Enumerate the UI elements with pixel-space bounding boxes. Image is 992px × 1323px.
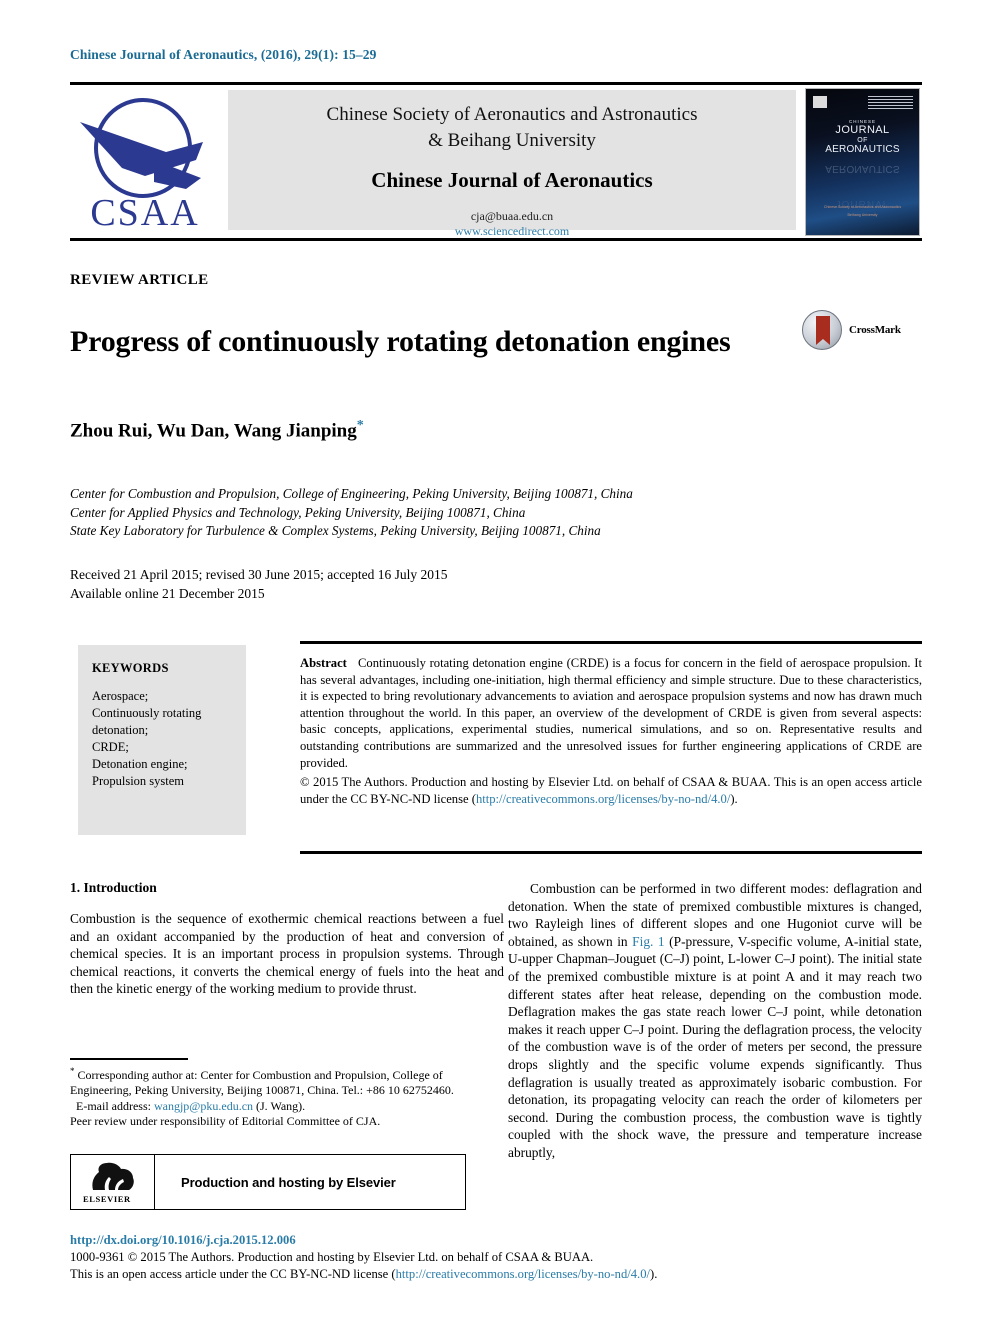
email-label: E-mail address: (76, 1098, 151, 1113)
article-page: Chinese Journal of Aeronautics, (2016), … (0, 0, 992, 1323)
intro-paragraph-left: Combustion is the sequence of exothermic… (70, 911, 504, 997)
crossmark-icon (802, 310, 842, 350)
keywords-panel: KEYWORDS Aerospace; Continuously rotatin… (78, 645, 246, 835)
footer-license-line: This is an open access article under the… (70, 1266, 930, 1283)
cover-line-4: AERONAUTICS (825, 144, 900, 155)
journal-website-link[interactable]: www.sciencedirect.com (228, 224, 796, 239)
footnote-marker: * (70, 1066, 75, 1076)
cover-line-2: JOURNAL (835, 124, 890, 136)
license-link[interactable]: http://creativecommons.org/licenses/by-n… (476, 792, 730, 806)
keywords-list: Aerospace; Continuously rotating detonat… (78, 676, 246, 790)
email-owner: (J. Wang). (256, 1098, 306, 1113)
footnote-block: * Corresponding author at: Center for Co… (70, 1064, 504, 1130)
publication-dates: Received 21 April 2015; revised 30 June … (70, 565, 670, 603)
cover-footer-text: Chinese Society of Aeronautics and Astro… (806, 203, 919, 219)
corresponding-email-link[interactable]: wangjp@pku.edu.cn (154, 1099, 253, 1113)
elsevier-hosting-box: ELSEVIER Production and hosting by Elsev… (70, 1154, 466, 1210)
affiliation-2: Center for Applied Physics and Technolog… (70, 504, 526, 520)
corresponding-author-text: Corresponding author at: Center for Comb… (70, 1068, 454, 1098)
article-type: REVIEW ARTICLE (70, 272, 209, 288)
issn-copyright-line: 1000-9361 © 2015 The Authors. Production… (70, 1250, 594, 1264)
right-text-part2: (P-pressure, V-specific volume, A-initia… (508, 933, 922, 1160)
cover-footer-2: Beihang University (847, 213, 878, 217)
abstract-top-rule (300, 641, 922, 644)
svg-text:CSAA: CSAA (90, 192, 199, 234)
cover-line-3: OF (857, 137, 868, 144)
keyword-item: detonation; (92, 723, 149, 737)
masthead-center-panel: Chinese Society of Aeronautics and Astro… (228, 90, 796, 238)
journal-cover-thumbnail: CHINESE JOURNAL OF AERONAUTICS AERONAUTI… (805, 88, 920, 236)
society-line-1: Chinese Society of Aeronautics and Astro… (326, 104, 698, 125)
doi-link[interactable]: http://dx.doi.org/10.1016/j.cja.2015.12.… (70, 1232, 930, 1249)
section-heading-introduction: 1. Introduction (70, 880, 157, 895)
abstract-bottom-rule (300, 851, 922, 854)
received-dates: Received 21 April 2015; revised 30 June … (70, 567, 448, 582)
keywords-heading: KEYWORDS (92, 661, 169, 675)
body-right-column: Combustion can be performed in two diffe… (508, 880, 922, 1162)
abstract-section: Abstract Continuously rotating detonatio… (300, 655, 922, 807)
abstract-copyright: © 2015 The Authors. Production and hosti… (300, 774, 922, 807)
page-title: Progress of continuously rotating detona… (70, 325, 731, 359)
journal-masthead: CSAA Chinese Society of Aeronautics and … (70, 82, 922, 240)
corresponding-author-marker[interactable]: * (357, 418, 364, 433)
cover-reflection: AERONAUTICS (825, 163, 900, 174)
available-online-date: Available online 21 December 2015 (70, 586, 265, 601)
email-note: E-mail address: wangjp@pku.edu.cn (J. Wa… (70, 1099, 504, 1114)
cover-title-block: CHINESE JOURNAL OF AERONAUTICS (806, 119, 919, 155)
page-footer: http://dx.doi.org/10.1016/j.cja.2015.12.… (70, 1232, 930, 1283)
crossmark-ribbon-icon (816, 316, 830, 345)
keyword-item: Aerospace; (92, 689, 149, 703)
cover-publisher-mark (813, 96, 827, 108)
footnote-rule (70, 1058, 188, 1060)
elsevier-tree-icon (92, 1162, 134, 1190)
abstract-text: Continuously rotating detonation engine … (300, 656, 922, 770)
keyword-item: Continuously rotating (92, 706, 202, 720)
journal-title: Chinese Journal of Aeronautics (371, 168, 653, 192)
society-line-2: & Beihang University (428, 130, 596, 151)
license-tail: ). (650, 1267, 658, 1281)
elsevier-hosting-text: Production and hosting by Elsevier (181, 1174, 396, 1190)
journal-email[interactable]: cja@buaa.edu.cn (228, 209, 796, 224)
keyword-item: Detonation engine; (92, 757, 188, 771)
journal-contact: cja@buaa.edu.cn www.sciencedirect.com (228, 209, 796, 239)
author-list: Zhou Rui, Wu Dan, Wang Jianping* (70, 418, 364, 442)
csaa-logo-icon: CSAA (80, 98, 203, 234)
corresponding-author-note: * Corresponding author at: Center for Co… (70, 1064, 504, 1099)
crossmark-badge[interactable]: CrossMark (802, 310, 912, 354)
figure-reference-link[interactable]: Fig. 1 (632, 934, 664, 949)
affiliation-3: State Key Laboratory for Turbulence & Co… (70, 523, 601, 538)
running-head: Chinese Journal of Aeronautics, (2016), … (70, 47, 377, 62)
copyright-tail: ). (730, 791, 738, 806)
abstract-label: Abstract (300, 656, 347, 670)
cover-volume-info (868, 96, 913, 110)
author-names: Zhou Rui, Wu Dan, Wang Jianping (70, 420, 357, 442)
crossmark-label: CrossMark (849, 324, 901, 336)
footer-license-link[interactable]: http://creativecommons.org/licenses/by-n… (396, 1267, 650, 1281)
csaa-logo: CSAA (70, 90, 220, 235)
keyword-item: Propulsion system (92, 774, 185, 788)
affiliations: Center for Combustion and Propulsion, Co… (70, 485, 830, 541)
keyword-item: CRDE; (92, 740, 129, 754)
elsevier-logo: ELSEVIER (71, 1155, 155, 1209)
cover-footer-1: Chinese Society of Aeronautics and Astro… (823, 205, 902, 209)
peer-review-note: Peer review under responsibility of Edit… (70, 1114, 381, 1129)
elsevier-wordmark: ELSEVIER (83, 1194, 131, 1204)
license-prefix: This is an open access article under the… (70, 1267, 396, 1281)
intro-paragraph-right: Combustion can be performed in two diffe… (508, 880, 922, 1162)
affiliation-1: Center for Combustion and Propulsion, Co… (70, 486, 633, 501)
body-left-column: 1. Introduction Combustion is the sequen… (70, 880, 504, 998)
